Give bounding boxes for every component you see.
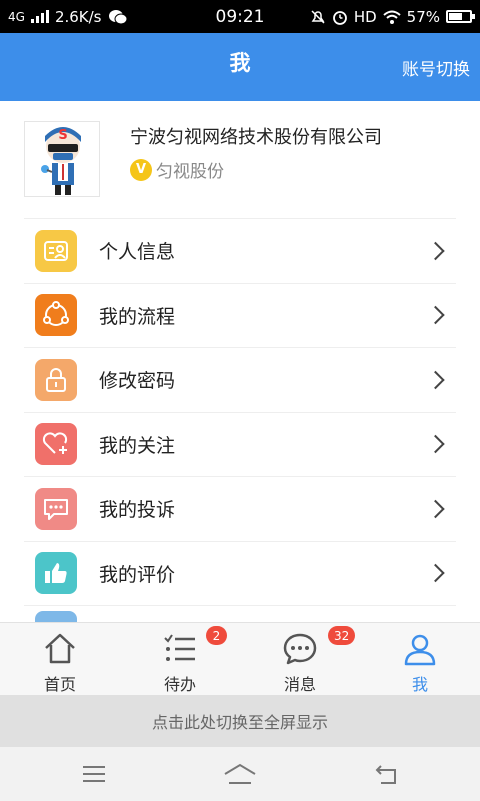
- chevron-right-icon: [426, 241, 445, 260]
- home-outline-icon[interactable]: [220, 761, 260, 787]
- menu-item-my-reviews[interactable]: 我的评价: [24, 542, 456, 622]
- verified-badge-icon: V: [130, 158, 152, 181]
- chevron-right-icon: [426, 499, 445, 518]
- network-speed: 2.6K/s: [54, 7, 102, 26]
- chevron-right-icon: [426, 306, 445, 325]
- signal-icon: [30, 10, 49, 23]
- bottom-tab-bar: 首页 待办 2 消息 32 我: [0, 622, 480, 695]
- id-card-icon: [35, 229, 77, 272]
- system-navbar: [0, 747, 480, 801]
- thumbs-up-icon: [35, 552, 77, 595]
- app-header: 我 账号切换: [0, 33, 480, 101]
- company-name: 宁波匀视网络技术股份有限公司: [130, 127, 382, 148]
- tab-home[interactable]: 首页: [0, 623, 120, 695]
- chevron-right-icon: [426, 564, 445, 583]
- wifi-icon: [382, 10, 401, 24]
- user-icon: [404, 634, 436, 666]
- company-short-row: V 匀视股份: [130, 157, 224, 182]
- menu-item-my-process[interactable]: 我的流程: [24, 284, 456, 348]
- menu-item-label: 我的投诉: [99, 499, 176, 522]
- menu-icon[interactable]: [74, 761, 114, 787]
- menu-item-label: 修改密码: [99, 370, 176, 393]
- chevron-right-icon: [426, 370, 445, 389]
- menu-item-label: 个人信息: [99, 241, 176, 264]
- switch-account-button[interactable]: 账号切换: [402, 55, 470, 80]
- tab-label: 我: [411, 675, 428, 694]
- battery-percent: 57%: [406, 7, 440, 26]
- menu-item-change-password[interactable]: 修改密码: [24, 348, 456, 413]
- menu-list: 个人信息 我的流程 修改密码 我的关注 我的投诉 我的评价: [24, 219, 456, 622]
- mute-icon: [311, 9, 325, 24]
- profile-card[interactable]: S 宁波匀视网络技术股份有限公司 V 匀视股份: [24, 121, 456, 219]
- menu-item-label: 我的评价: [99, 563, 176, 586]
- company-short-name: 匀视股份: [156, 162, 224, 182]
- alarm-icon: [332, 10, 347, 25]
- menu-item-label: 我的流程: [99, 305, 176, 328]
- todo-count-badge: 2: [206, 626, 227, 645]
- home-icon: [45, 633, 75, 664]
- hd-indicator: HD: [353, 7, 377, 26]
- lock-icon: [35, 358, 77, 401]
- menu-item-my-follows[interactable]: 我的关注: [24, 413, 456, 477]
- battery-icon: [446, 10, 475, 23]
- main-content: S 宁波匀视网络技术股份有限公司 V 匀视股份 个人信息 我的流程 修改密码 我…: [0, 101, 480, 622]
- menu-item-personal-info[interactable]: 个人信息: [24, 219, 456, 284]
- network-type: 4G: [8, 9, 25, 24]
- next-item-peek: [35, 611, 77, 622]
- menu-item-my-complaints[interactable]: 我的投诉: [24, 477, 456, 542]
- chevron-right-icon: [426, 435, 445, 454]
- menu-item-label: 我的关注: [99, 434, 176, 457]
- checklist-icon: [164, 634, 195, 661]
- wechat-icon: [108, 9, 127, 24]
- tab-label: 首页: [43, 675, 76, 694]
- tab-label: 消息: [283, 675, 316, 694]
- svg-text:S: S: [58, 128, 67, 143]
- avatar[interactable]: S: [24, 121, 100, 197]
- message-count-badge: 32: [328, 626, 356, 645]
- status-bar: 4G 2.6K/s 09:21 HD 57%: [0, 0, 480, 33]
- chat-bubble-icon: [35, 487, 77, 530]
- back-icon[interactable]: [366, 761, 406, 787]
- share-nodes-icon: [35, 294, 77, 337]
- tab-todo[interactable]: 待办 2: [120, 623, 240, 695]
- fullscreen-toggle[interactable]: 点击此处切换至全屏显示: [0, 695, 480, 747]
- heart-plus-icon: [35, 423, 77, 466]
- tab-me[interactable]: 我: [360, 623, 480, 695]
- message-icon: [283, 633, 317, 665]
- tab-messages[interactable]: 消息 32: [240, 623, 360, 695]
- tab-label: 待办: [163, 675, 196, 694]
